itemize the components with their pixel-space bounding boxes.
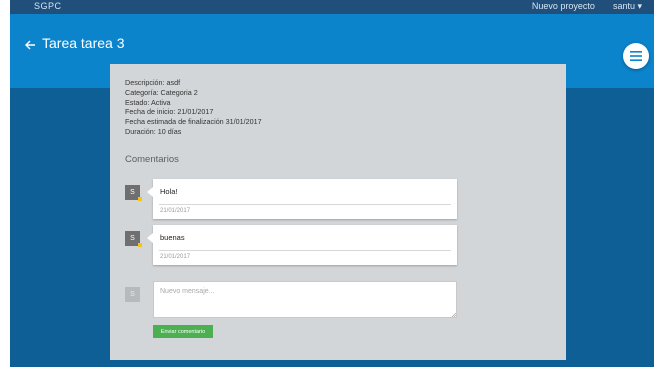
- comment-date: 21/01/2017: [160, 208, 191, 214]
- task-status: Estado: Activa: [125, 97, 171, 107]
- resize-grip-icon[interactable]: [451, 312, 456, 317]
- comment-text: Hola!: [160, 187, 178, 196]
- task-start-date: Fecha de inicio: 21/01/2017: [125, 107, 214, 117]
- comment-divider: [159, 204, 451, 205]
- comment-avatar: S: [125, 185, 142, 201]
- comment-divider: [159, 250, 451, 251]
- brand-logo[interactable]: SGPC: [34, 1, 62, 11]
- avatar-initial: S: [130, 291, 135, 298]
- back-button[interactable]: [24, 38, 36, 50]
- task-end-date: Fecha estimada de finalización 31/01/201…: [125, 117, 262, 127]
- comment-text: buenas: [160, 233, 185, 242]
- task-detail-card: Descripción: asdf Categoría: Categoria 2…: [110, 64, 566, 360]
- new-project-link[interactable]: Nuevo proyecto: [532, 1, 595, 12]
- new-comment-input[interactable]: [153, 281, 457, 318]
- hamburger-menu-icon: [630, 51, 642, 61]
- menu-fab-button[interactable]: [623, 43, 649, 69]
- task-category: Categoría: Categoria 2: [125, 87, 198, 97]
- top-navbar: SGPC Nuevo proyecto santu ▾: [10, 0, 654, 14]
- comment-avatar: S: [125, 231, 142, 247]
- user-menu-link[interactable]: santu ▾: [613, 1, 642, 12]
- task-description: Descripción: asdf: [125, 78, 181, 87]
- task-meta: Descripción: asdf Categoría: Categoria 2…: [125, 78, 262, 137]
- avatar-initial: S: [130, 189, 135, 196]
- comments-heading: Comentarios: [125, 154, 179, 165]
- avatar-badge: [138, 197, 142, 201]
- task-duration: Duración: 10 días: [125, 126, 182, 136]
- page-title: Tarea tarea 3: [42, 35, 125, 51]
- current-user-avatar: S: [125, 287, 140, 302]
- comment-date: 21/01/2017: [160, 254, 191, 260]
- avatar-badge: [138, 243, 142, 247]
- arrow-left-icon: [25, 40, 35, 50]
- comment-item: Hola! 21/01/2017: [147, 179, 457, 219]
- send-comment-button[interactable]: Enviar comentario: [153, 325, 213, 338]
- avatar-initial: S: [130, 235, 135, 242]
- topnav-links: Nuevo proyecto santu ▾: [532, 1, 642, 12]
- comment-item: buenas 21/01/2017: [147, 225, 457, 265]
